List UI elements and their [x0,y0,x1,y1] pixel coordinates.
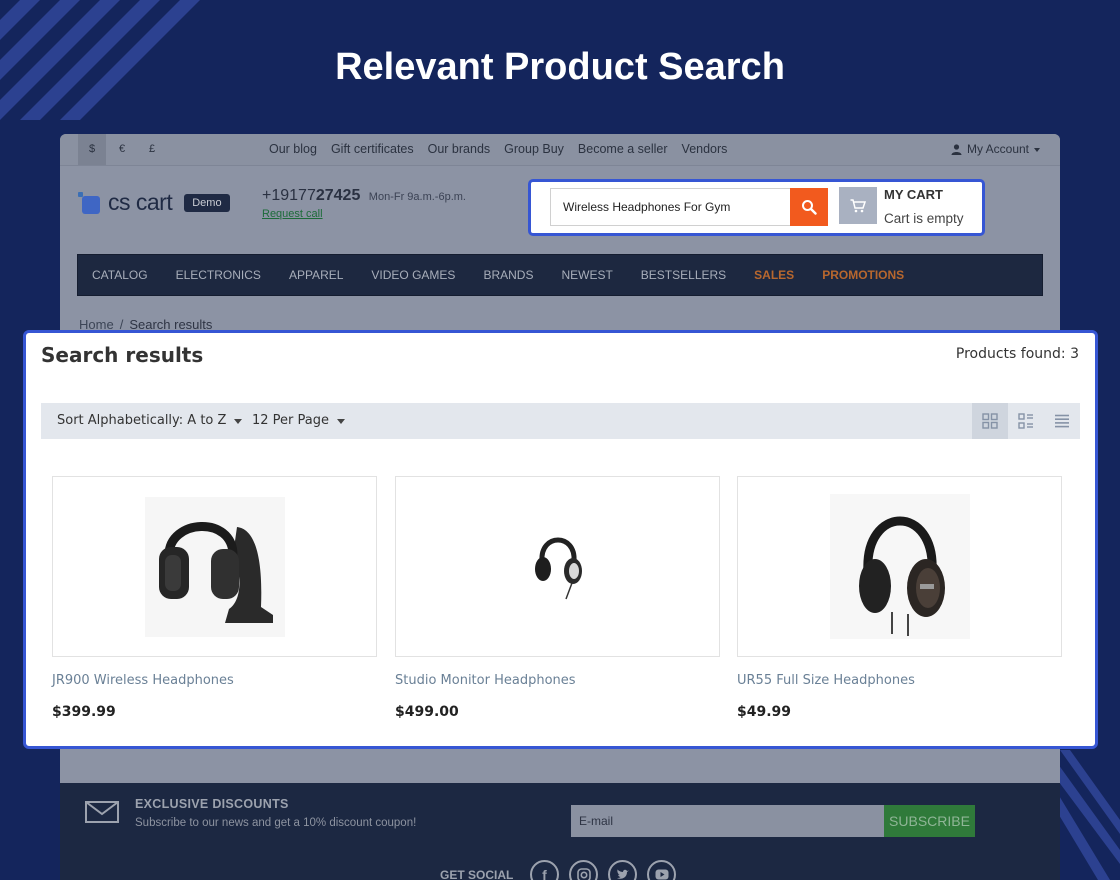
page-title: Relevant Product Search [335,46,785,88]
grid-icon [982,413,998,429]
per-page-dropdown[interactable]: 12 Per Page [252,403,345,439]
sort-label: Sort Alphabetically: A to Z [57,413,227,428]
product-name[interactable]: JR900 Wireless Headphones [52,673,377,688]
nav-catalog[interactable]: CATALOG [92,268,148,282]
logo-text: cs cart [108,189,173,215]
youtube-icon[interactable] [647,860,676,880]
product-name[interactable]: UR55 Full Size Headphones [737,673,1062,688]
request-call-link[interactable]: Request call [262,208,466,220]
compact-view-button[interactable] [1044,403,1080,439]
product-image[interactable] [737,476,1062,657]
chevron-down-icon [337,418,345,424]
results-title: Search results [41,343,204,367]
subscribe-button[interactable]: SUBSCRIBE [884,805,975,837]
per-page-label: 12 Per Page [252,413,329,428]
nav-electronics[interactable]: ELECTRONICS [176,268,261,282]
phone-number: +1917727425 [262,187,361,204]
cart-icon [850,198,866,212]
nav-newest[interactable]: NEWEST [561,268,612,282]
logo-mark-icon [78,191,100,214]
nav-sales[interactable]: SALES [754,268,794,282]
chevron-down-icon [234,418,243,424]
twitter-icon[interactable] [608,860,637,880]
currency-pound[interactable]: £ [138,134,166,165]
studio-headphones-image [534,537,582,599]
link-group-buy[interactable]: Group Buy [504,134,564,165]
list-thumbs-icon [1018,413,1033,429]
link-become-seller[interactable]: Become a seller [578,134,668,165]
social-icons: f [530,860,676,880]
product-card[interactable]: UR55 Full Size Headphones $49.99 [737,476,1062,720]
list-icon [1055,414,1069,428]
nav-bestsellers[interactable]: BESTSELLERS [641,268,726,282]
full-size-headphones-image [829,494,970,639]
mail-icon [85,801,119,823]
product-card[interactable]: JR900 Wireless Headphones $399.99 [52,476,377,720]
nav-apparel[interactable]: APPAREL [289,268,343,282]
discounts-subtitle: Subscribe to our news and get a 10% disc… [135,817,417,829]
search-button[interactable] [790,188,828,226]
product-price: $499.00 [395,704,459,720]
grid-view-button[interactable] [972,403,1008,439]
demo-badge: Demo [184,193,230,212]
nav-video-games[interactable]: VIDEO GAMES [371,268,455,282]
top-bar: $ € £ Our blog Gift certificates Our bra… [60,134,1060,166]
nav-brands[interactable]: BRANDS [483,268,533,282]
sort-dropdown[interactable]: Sort Alphabetically: A to Z [57,403,243,439]
cart-status: Cart is empty [884,211,964,226]
cart-button[interactable] [839,187,877,224]
sort-bar: Sort Alphabetically: A to Z 12 Per Page [41,403,1080,439]
get-social-label: GET SOCIAL [440,868,514,880]
product-image[interactable] [395,476,720,657]
product-card[interactable]: Studio Monitor Headphones $499.00 [395,476,720,720]
email-field[interactable] [571,805,884,837]
user-icon [951,144,962,155]
link-vendors[interactable]: Vendors [682,134,728,165]
my-account-label: My Account [966,142,1029,156]
search-input[interactable] [550,188,792,226]
currency-dollar[interactable]: $ [78,134,106,165]
decorative-stripes [1050,750,1120,880]
top-links: Our blog Gift certificates Our brands Gr… [269,134,727,165]
phone-block: +1917727425 Mon-Fr 9a.m.-6p.m. Request c… [262,187,466,220]
chevron-down-icon [1034,147,1040,152]
discounts-title: EXCLUSIVE DISCOUNTS [135,797,289,811]
product-price: $49.99 [737,704,792,720]
link-gift-certificates[interactable]: Gift certificates [331,134,414,165]
facebook-icon[interactable]: f [530,860,559,880]
list-view-button[interactable] [1008,403,1044,439]
search-results-callout: Search results Products found: 3 Sort Al… [23,330,1098,749]
product-price: $399.99 [52,704,116,720]
product-name[interactable]: Studio Monitor Headphones [395,673,720,688]
currency-euro[interactable]: € [108,134,136,165]
search-icon [802,200,817,215]
link-our-blog[interactable]: Our blog [269,134,317,165]
instagram-icon[interactable] [569,860,598,880]
product-image[interactable] [52,476,377,657]
cart-title[interactable]: MY CART [884,187,943,202]
logo[interactable]: cs cart Demo [78,189,230,216]
search-cart-callout: MY CART Cart is empty [528,179,985,236]
products-found: Products found: 3 [955,346,1079,362]
nav-promotions[interactable]: PROMOTIONS [822,268,904,282]
link-our-brands[interactable]: Our brands [428,134,491,165]
main-nav: CATALOG ELECTRONICS APPAREL VIDEO GAMES … [77,254,1043,296]
footer: EXCLUSIVE DISCOUNTS Subscribe to our new… [60,783,1060,880]
my-account-menu[interactable]: My Account [951,134,1040,165]
headphones-with-stand-image [144,496,285,637]
phone-hours: Mon-Fr 9a.m.-6p.m. [368,191,466,203]
